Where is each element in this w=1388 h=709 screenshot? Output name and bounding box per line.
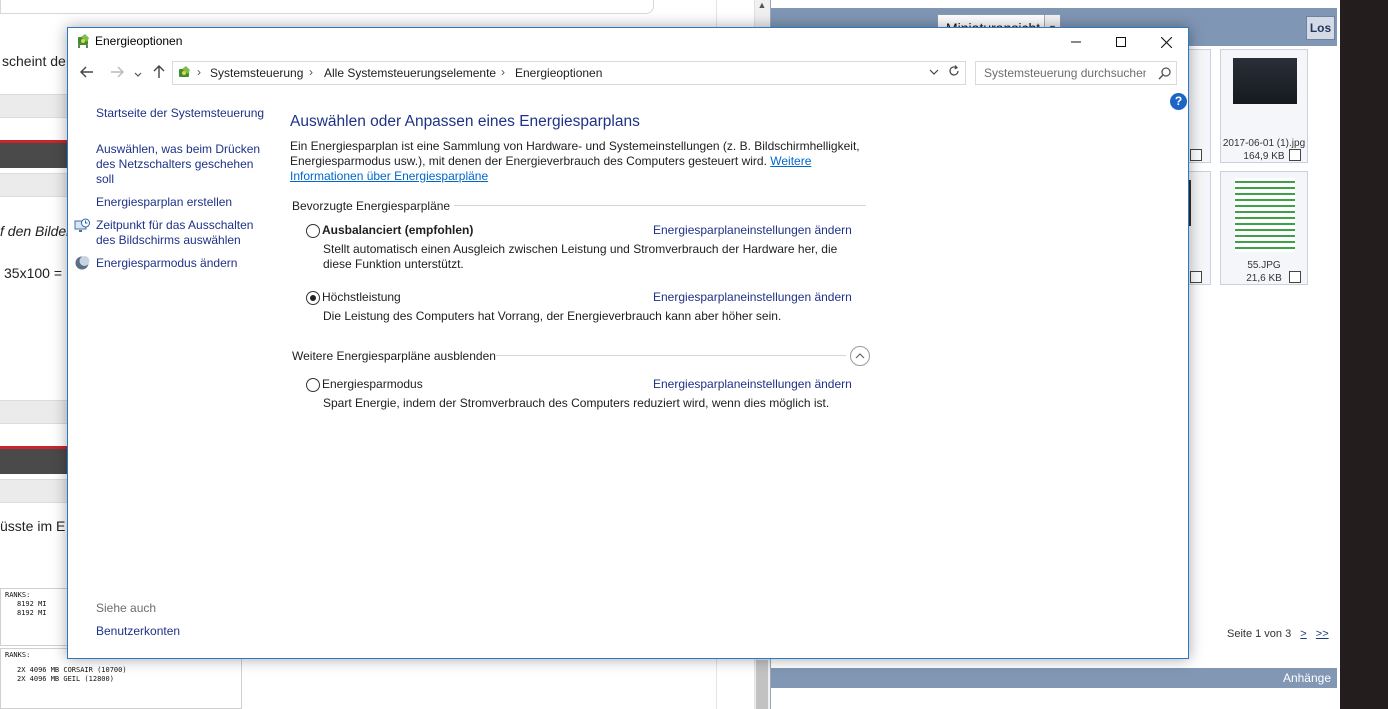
forward-button[interactable]	[108, 65, 126, 81]
plan-radio-high-performance[interactable]	[306, 291, 320, 305]
breadcrumb-alle-elemente[interactable]: Alle Systemsteuerungselemente	[324, 66, 496, 80]
bg-dark-band	[0, 446, 68, 474]
up-button[interactable]	[150, 65, 168, 81]
preferred-plans-header: Bevorzugte Energiesparpläne	[292, 199, 451, 213]
minimize-icon	[1071, 41, 1081, 43]
refresh-button[interactable]	[942, 61, 966, 85]
bg-input-box	[0, 0, 654, 14]
search-input[interactable]	[976, 62, 1154, 84]
bg-dark-band	[0, 140, 68, 168]
arrow-up-icon	[153, 65, 165, 78]
sidebar-item-display-off[interactable]: Zeitpunkt für das Ausschalten des Bildsc…	[96, 218, 266, 248]
help-button[interactable]: ?	[1170, 93, 1187, 110]
address-bar[interactable]: › Systemsteuerung › Alle Systemsteuerung…	[172, 61, 966, 85]
search-icon[interactable]	[1158, 66, 1172, 80]
thumbnail-name: 55.JPG	[1247, 260, 1281, 271]
plan-description: Die Leistung des Computers hat Vorrang, …	[323, 309, 782, 323]
sidebar-item-user-accounts[interactable]: Benutzerkonten	[96, 624, 266, 639]
close-button[interactable]	[1143, 28, 1189, 56]
page-title: Auswählen oder Anpassen eines Energiespa…	[290, 113, 640, 130]
chevron-right-icon: ›	[197, 65, 201, 79]
thumbnail-card[interactable]: 2017-06-01 (1).jpg 164,9 KB	[1220, 49, 1308, 163]
minimize-button[interactable]	[1053, 28, 1099, 56]
sidebar-item-sleep[interactable]: Energiesparmodus ändern	[96, 256, 266, 271]
bg-grey-band	[0, 400, 68, 424]
refresh-icon	[948, 65, 959, 76]
thumbnail-checkbox[interactable]	[1289, 271, 1301, 283]
close-icon	[1160, 36, 1172, 48]
chevron-down-icon	[134, 72, 142, 77]
thumbnail-checkbox[interactable]	[1190, 149, 1202, 161]
change-plan-settings-link[interactable]: Energiesparplaneinstellungen ändern	[653, 223, 852, 237]
back-button[interactable]	[78, 65, 96, 81]
intro-text: Ein Energiesparplan ist eine Sammlung vo…	[290, 139, 862, 184]
plan-description: Stellt automatisch einen Ausgleich zwisc…	[323, 242, 838, 271]
arrow-right-icon	[111, 66, 124, 78]
chevron-right-icon: ›	[309, 65, 313, 79]
sidebar-item-home[interactable]: Startseite der Systemsteuerung	[96, 106, 266, 121]
arrow-left-icon	[80, 66, 93, 78]
desktop-background	[1340, 0, 1388, 709]
bg-grey-band	[0, 173, 68, 197]
control-panel-icon	[179, 66, 190, 77]
collapse-button[interactable]	[850, 346, 870, 366]
bg-text-snippet: scheint de	[2, 53, 66, 69]
go-button[interactable]: Los	[1306, 16, 1335, 40]
more-plans-header[interactable]: Weitere Energiesparpläne ausblenden	[292, 349, 496, 363]
plan-name-high-performance[interactable]: Höchstleistung	[322, 290, 401, 304]
radio-selected-dot	[310, 295, 316, 301]
window-title: Energieoptionen	[95, 34, 183, 48]
sidebar-item-power-button[interactable]: Auswählen, was beim Drücken des Netzscha…	[96, 142, 268, 187]
bg-text-snippet: üsste im E	[0, 518, 66, 534]
bg-grey-band	[0, 479, 68, 503]
bg-scroll-thumb[interactable]	[756, 660, 768, 709]
pagination-text: Seite 1 von 3	[1227, 628, 1292, 640]
pagination: Seite 1 von 3 > >>	[1227, 628, 1329, 640]
change-plan-settings-link[interactable]: Energiesparplaneinstellungen ändern	[653, 290, 852, 304]
plan-radio-balanced[interactable]	[306, 224, 320, 238]
plan-name-power-saver[interactable]: Energiesparmodus	[322, 377, 423, 391]
see-also-heading: Siehe auch	[96, 601, 157, 615]
breadcrumb-systemsteuerung[interactable]: Systemsteuerung	[210, 66, 303, 80]
monitor-clock-icon	[74, 218, 90, 232]
power-options-icon	[78, 34, 89, 48]
group-divider	[454, 205, 866, 206]
change-plan-settings-link[interactable]: Energiesparplaneinstellungen ändern	[653, 377, 852, 391]
bg-grey-band	[0, 94, 68, 118]
group-divider	[496, 355, 846, 356]
address-row: › Systemsteuerung › Alle Systemsteuerung…	[68, 58, 1188, 88]
next-page-link[interactable]: >	[1300, 628, 1306, 640]
bg-text-snippet: f den Bilder	[0, 223, 71, 239]
plan-name-balanced[interactable]: Ausbalanciert (empfohlen)	[322, 223, 473, 237]
chevron-up-icon	[855, 353, 865, 359]
power-options-window: Energieoptionen › Systemsteuerung › Alle…	[67, 27, 1189, 659]
thumbnail-image	[1235, 178, 1295, 252]
breadcrumb-energieoptionen[interactable]: Energieoptionen	[515, 66, 602, 80]
sidebar-item-create-plan[interactable]: Energiesparplan erstellen	[96, 195, 266, 210]
bg-card-line: 2X 4096 MB GEIL (12800)	[17, 675, 114, 683]
plan-description: Spart Energie, indem der Stromverbrauch …	[323, 396, 830, 410]
title-bar[interactable]: Energieoptionen	[68, 28, 1188, 56]
bg-card-line: 2X 4096 MB CORSAIR (10700)	[17, 666, 127, 674]
search-box[interactable]	[975, 61, 1177, 85]
chevron-down-icon	[929, 69, 939, 75]
recent-locations-button[interactable]	[132, 65, 144, 81]
moon-icon	[75, 256, 90, 270]
thumbnail-name: 2017-06-01 (1).jpg	[1222, 138, 1306, 149]
attachments-footer: Anhänge	[771, 668, 1337, 688]
last-page-link[interactable]: >>	[1316, 628, 1329, 640]
chevron-right-icon: ›	[501, 65, 505, 79]
thumbnail-checkbox[interactable]	[1289, 149, 1301, 161]
scroll-up-icon[interactable]: ▲	[754, 0, 770, 14]
thumbnail-card[interactable]: 55.JPG 21,6 KB	[1220, 171, 1308, 285]
plan-radio-power-saver[interactable]	[306, 378, 320, 392]
maximize-icon	[1116, 37, 1126, 47]
bg-text-snippet: 35x100 =	[4, 265, 62, 281]
thumbnail-image	[1233, 58, 1297, 104]
thumbnail-checkbox[interactable]	[1190, 271, 1202, 283]
maximize-button[interactable]	[1098, 28, 1144, 56]
address-dropdown-button[interactable]	[925, 64, 943, 82]
